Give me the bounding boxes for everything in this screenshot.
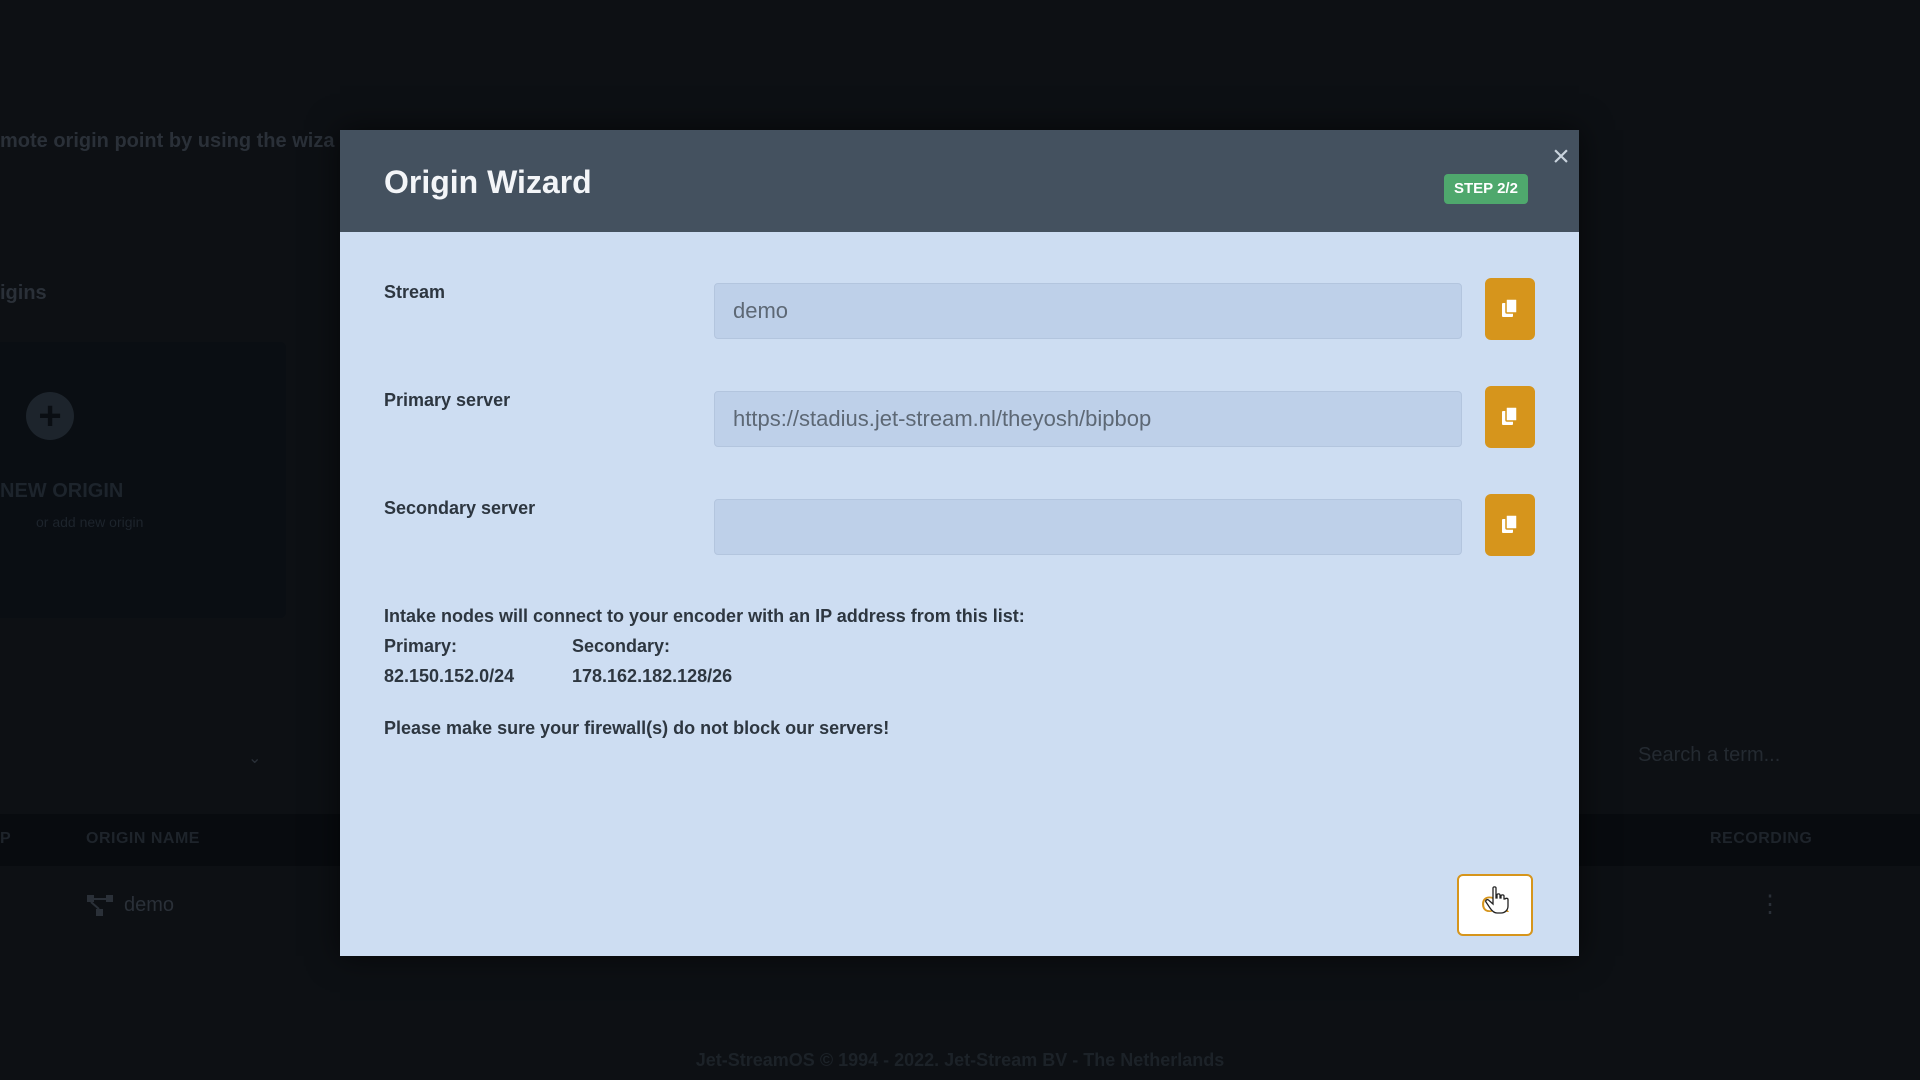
origin-wizard-modal: Origin Wizard STEP 2/2 × Stream demo Pri… <box>340 130 1579 956</box>
primary-ip-label: Primary: <box>384 636 458 656</box>
primary-server-field[interactable]: https://stadius.jet-stream.nl/theyosh/bi… <box>714 391 1462 447</box>
hand-pointer-icon <box>1485 886 1509 919</box>
secondary-ip-value: 178.162.182.128/26 <box>572 666 733 686</box>
section-title: igins <box>0 282 47 304</box>
plus-circle-icon: + <box>26 392 74 440</box>
table-row-origin-name[interactable]: demo <box>124 894 174 917</box>
primary-ip-value: 82.150.152.0/24 <box>384 666 515 686</box>
stream-field[interactable]: demo <box>714 283 1462 339</box>
step-badge: STEP 2/2 <box>1444 174 1528 204</box>
origin-network-icon <box>86 894 114 918</box>
primary-server-label: Primary server <box>384 390 511 410</box>
modal-header: Origin Wizard STEP 2/2 × <box>340 130 1579 232</box>
new-origin-card[interactable]: + NEW ORIGIN or add new origin <box>0 342 286 618</box>
intro-text: mote origin point by using the wiza <box>0 130 335 152</box>
column-header-recording[interactable]: RECORDING <box>1710 830 1812 848</box>
footer: Jet-StreamOS © 1994 - 2022. Jet-Stream B… <box>695 1050 1225 1070</box>
search-input[interactable]: Search a term... <box>1638 744 1780 767</box>
copy-icon <box>1502 514 1518 533</box>
stream-label: Stream <box>384 282 446 302</box>
firewall-note: Please make sure your firewall(s) do not… <box>384 718 890 738</box>
close-icon[interactable]: × <box>1546 142 1576 172</box>
intake-note: Intake nodes will connect to your encode… <box>384 606 1025 626</box>
copy-primary-server-button[interactable] <box>1485 386 1535 448</box>
copy-icon <box>1502 406 1518 425</box>
new-origin-title: NEW ORIGIN <box>0 480 124 502</box>
copy-stream-button[interactable] <box>1485 278 1535 340</box>
secondary-server-label: Secondary server <box>384 498 536 518</box>
new-origin-subtitle: or add new origin <box>36 514 144 530</box>
secondary-server-field[interactable] <box>714 499 1462 555</box>
kebab-menu-icon[interactable]: ⋮ <box>1758 890 1782 919</box>
column-header-origin-name[interactable]: ORIGIN NAME <box>86 830 200 848</box>
modal-title: Origin Wizard <box>384 164 592 200</box>
copy-icon <box>1502 298 1518 317</box>
secondary-ip-label: Secondary: <box>572 636 671 656</box>
chevron-down-icon[interactable]: ⌄ <box>248 748 261 768</box>
column-header: P <box>0 830 12 847</box>
copy-secondary-server-button[interactable] <box>1485 494 1535 556</box>
